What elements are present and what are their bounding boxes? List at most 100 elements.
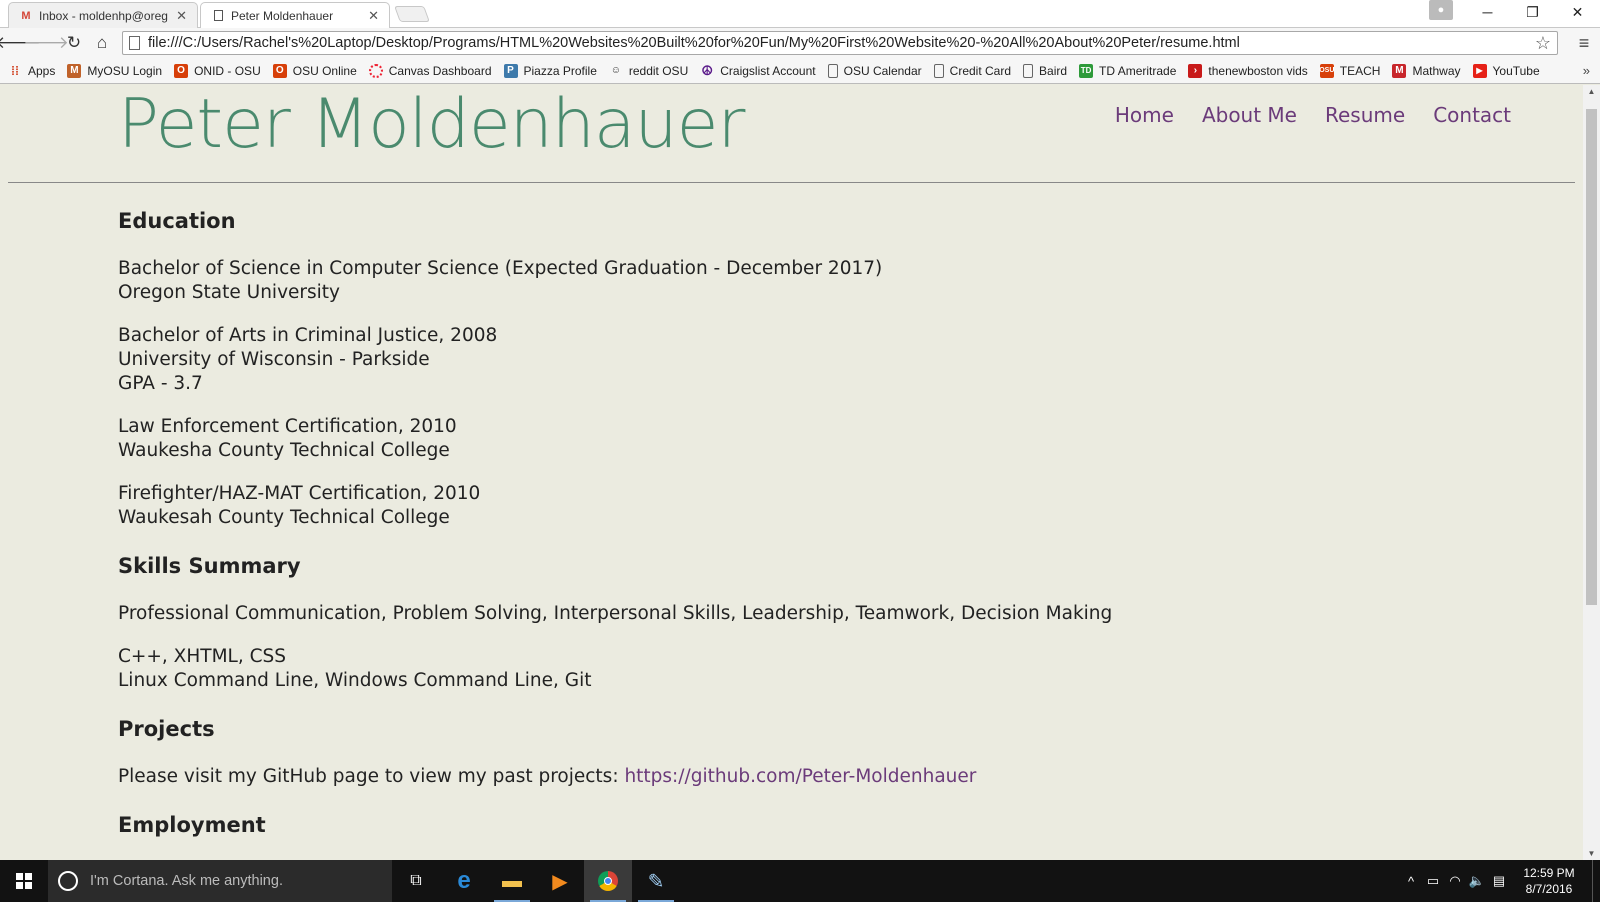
bookmark-craigslist[interactable]: ☮ Craigslist Account [700,62,815,78]
close-window-button[interactable]: ✕ [1555,0,1600,24]
skills-technical: C++, XHTML, CSS Linux Command Line, Wind… [118,646,592,691]
nav-resume-link[interactable]: Resume [1325,103,1405,127]
reload-button[interactable]: ↻ [60,29,88,57]
bookmark-apps[interactable]: ⁞⁞ Apps [8,64,55,78]
apps-grid-icon: ⁞⁞ [11,63,19,78]
page-icon [211,10,225,22]
battery-icon[interactable]: ▭ [1422,873,1444,889]
bookmark-teach[interactable]: OSU TEACH [1319,63,1380,78]
osu-coe-icon: OSU [1319,63,1334,78]
notifications-icon[interactable]: ▤ [1488,873,1510,889]
gmail-icon: M [21,9,31,22]
td-icon: TD [1079,63,1094,78]
nav-home-link[interactable]: Home [1115,103,1174,127]
cortana-placeholder: I'm Cortana. Ask me anything. [90,873,283,889]
address-bar[interactable]: file:///C:/Users/Rachel's%20Laptop/Deskt… [122,31,1558,55]
github-link[interactable]: https://github.com/Peter-Moldenhauer [624,766,976,787]
education-entry: Bachelor of Science in Computer Science … [118,258,883,303]
restore-button[interactable]: ❐ [1510,0,1555,24]
url-text: file:///C:/Users/Rachel's%20Laptop/Deskt… [148,35,1240,51]
home-button[interactable]: ⌂ [88,29,116,57]
clock-time: 12:59 PM [1523,866,1575,880]
projects-text: Please visit my GitHub page to view my p… [118,766,977,787]
menu-icon[interactable]: ≡ [1574,33,1594,53]
windows-taskbar: I'm Cortana. Ask me anything. ⧉ e ▬ ▶ ✎ … [0,860,1600,902]
page-icon [129,36,140,50]
scroll-up-icon[interactable]: ▲ [1583,87,1600,96]
minimize-button[interactable]: ─ [1465,0,1510,24]
bookmark-thenewboston[interactable]: › thenewboston vids [1188,63,1308,78]
peace-icon: ☮ [701,62,714,78]
nav-about-link[interactable]: About Me [1202,103,1297,127]
show-desktop-button[interactable] [1592,860,1600,902]
page-icon [827,63,838,78]
education-entry: Firefighter/HAZ-MAT Certification, 2010 … [118,483,481,528]
profile-icon[interactable]: ● [1429,0,1453,20]
education-entry: Law Enforcement Certification, 2010 Wauk… [118,416,457,461]
tab-title: Inbox - moldenhp@oreg [39,8,168,23]
new-tab-button[interactable] [394,6,430,22]
osu-icon: M [67,63,82,78]
tab-title: Peter Moldenhauer [231,8,334,23]
edge-icon[interactable]: e [440,860,488,902]
file-explorer-icon[interactable]: ▬ [488,860,536,902]
bookmark-baird[interactable]: Baird [1023,63,1067,78]
cortana-icon [58,871,78,891]
osu-icon: O [174,63,189,78]
clock-date: 8/7/2016 [1525,882,1573,896]
bookmark-reddit[interactable]: ☺ reddit OSU [609,64,688,78]
piazza-icon: P [503,63,518,78]
chrome-icon[interactable] [584,860,632,902]
task-view-icon[interactable]: ⧉ [392,860,440,902]
window-controls: ● ─ ❐ ✕ [1417,0,1600,24]
volume-icon[interactable]: 🔈 [1466,873,1488,889]
tab-strip: M Inbox - moldenhp@oreg ✕ Peter Moldenha… [0,0,1600,28]
paint-icon[interactable]: ✎ [632,860,680,902]
resume-content: Education Bachelor of Science in Compute… [118,207,1418,860]
clock[interactable]: 12:59 PM 8/7/2016 [1510,865,1588,897]
skills-heading: Skills Summary [118,554,301,578]
system-tray: ^ ▭ ◠ 🔈 ▤ 12:59 PM 8/7/2016 [1400,860,1600,902]
forward-button[interactable]: 🡒 [23,29,69,57]
bookmark-osu-calendar[interactable]: OSU Calendar [827,63,922,78]
close-tab-icon[interactable]: ✕ [176,8,187,24]
site-title: Peter Moldenhauer [118,85,745,164]
reddit-icon: ☺ [610,65,621,76]
close-tab-icon[interactable]: ✕ [368,8,379,24]
bookmark-mathway[interactable]: M Mathway [1392,63,1461,78]
bookmark-td-ameritrade[interactable]: TD TD Ameritrade [1079,63,1176,78]
wifi-icon[interactable]: ◠ [1444,873,1466,889]
skills-soft: Professional Communication, Problem Solv… [118,603,1113,624]
windows-logo-icon [16,873,32,889]
bookmark-star-icon[interactable]: ☆ [1529,33,1557,54]
employment-heading: Employment [118,813,266,837]
osu-icon: O [272,63,287,78]
canvas-icon [368,63,383,78]
bookmark-canvas[interactable]: Canvas Dashboard [368,63,492,78]
scroll-down-icon[interactable]: ▼ [1583,849,1600,858]
bookmarks-overflow-icon[interactable]: » [1583,63,1590,78]
media-player-icon[interactable]: ▶ [536,860,584,902]
newboston-icon: › [1188,63,1203,78]
nav-contact-link[interactable]: Contact [1433,103,1511,127]
education-entry: Bachelor of Arts in Criminal Justice, 20… [118,325,498,394]
bookmark-osu-online[interactable]: O OSU Online [272,63,357,78]
bookmark-credit-card[interactable]: Credit Card [933,63,1011,78]
header-divider [8,182,1575,183]
bookmark-youtube[interactable]: ▶ YouTube [1472,63,1540,78]
mathway-icon: M [1392,63,1407,78]
tab-gmail[interactable]: M Inbox - moldenhp@oreg ✕ [8,2,198,28]
tray-overflow-icon[interactable]: ^ [1400,874,1422,889]
bookmark-onid[interactable]: O ONID - OSU [174,63,261,78]
page-icon [933,63,944,78]
page-viewport: Peter Moldenhauer Home About Me Resume C… [0,85,1583,860]
youtube-icon: ▶ [1472,63,1487,78]
tab-resume[interactable]: Peter Moldenhauer ✕ [200,2,390,28]
page-scrollbar[interactable]: ▲ ▼ [1583,85,1600,860]
start-button[interactable] [0,860,48,902]
bookmark-piazza[interactable]: P Piazza Profile [503,63,597,78]
page-icon [1023,63,1034,78]
bookmark-myosu[interactable]: M MyOSU Login [67,63,162,78]
cortana-search-box[interactable]: I'm Cortana. Ask me anything. [48,860,392,902]
scrollbar-thumb[interactable] [1586,109,1597,605]
